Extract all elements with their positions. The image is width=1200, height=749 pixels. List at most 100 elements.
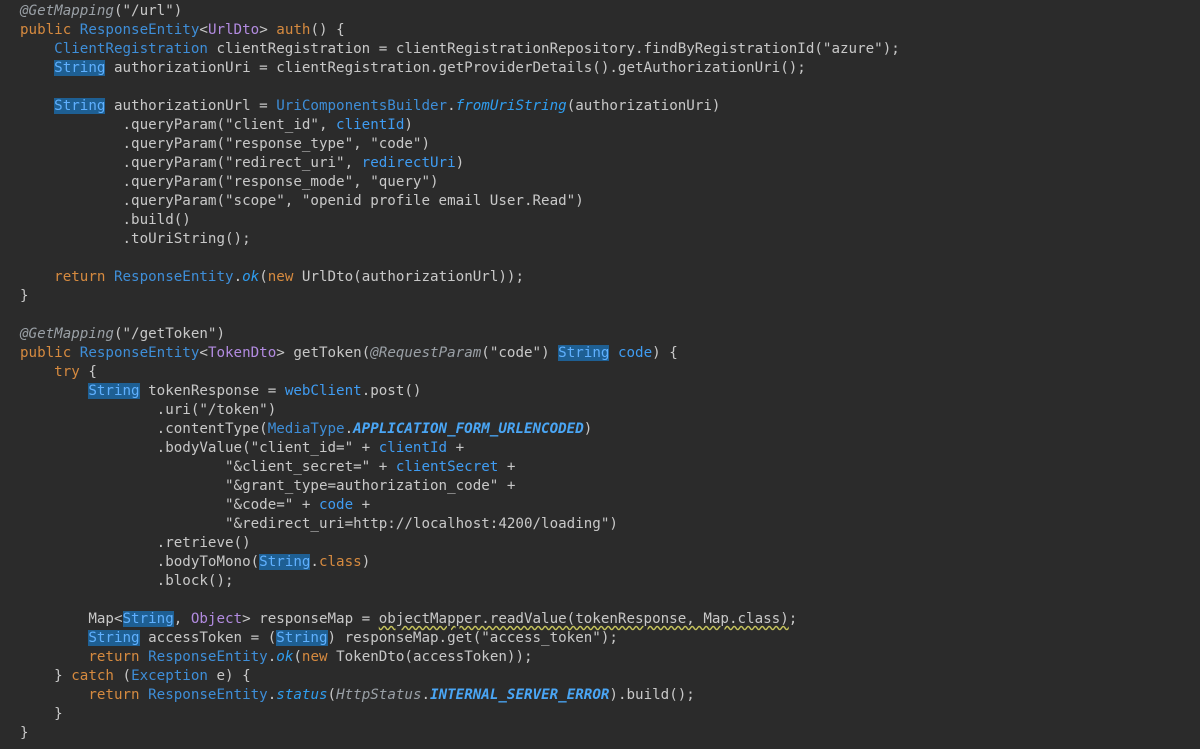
code-token: ; — [788, 611, 798, 627]
code-token: .uri("/token") — [20, 402, 277, 418]
code-line[interactable]: .queryParam("scope", "openid profile ema… — [20, 192, 583, 211]
code-line[interactable]: .toUriString(); — [20, 230, 250, 249]
code-token: HttpStatus — [336, 687, 422, 703]
code-editor[interactable]: @GetMapping("/url") public ResponseEntity… — [0, 0, 1200, 749]
code-token: > getToken( — [276, 345, 371, 361]
code-token: + — [447, 440, 465, 456]
code-token: () { — [310, 22, 345, 38]
code-token: .queryParam("client_id", — [20, 117, 337, 133]
code-token: code — [318, 497, 354, 513]
code-token: ) — [404, 117, 413, 133]
code-line[interactable]: "&code=" + code + — [20, 496, 370, 515]
code-line[interactable]: .block(); — [20, 572, 234, 591]
code-line[interactable]: String authorizationUrl = UriComponentsB… — [20, 97, 720, 116]
code-line[interactable]: } — [20, 724, 29, 743]
code-token: return — [54, 269, 114, 285]
code-line[interactable]: return ResponseEntity.ok(new UrlDto(auth… — [20, 268, 524, 287]
code-token: UrlDto — [207, 22, 260, 38]
code-token: .bodyValue("client_id=" + — [20, 440, 379, 456]
code-line[interactable]: } — [20, 705, 63, 724]
code-token: .queryParam("redirect_uri", — [20, 155, 362, 171]
code-token: ) { — [652, 345, 678, 361]
code-token: "&grant_type=authorization_code" + — [20, 478, 516, 494]
code-token: ( — [259, 269, 268, 285]
code-token: ok — [242, 269, 260, 285]
code-line[interactable]: .uri("/token") — [20, 401, 277, 420]
code-token: code — [617, 345, 653, 361]
code-token: ResponseEntity — [113, 269, 234, 285]
code-token: . — [267, 649, 277, 665]
code-line[interactable]: .retrieve() — [20, 534, 251, 553]
code-line[interactable]: ClientRegistration clientRegistration = … — [20, 40, 900, 59]
code-token: (authorizationUri) — [566, 98, 721, 114]
code-token: String — [54, 98, 106, 114]
code-token: .queryParam("response_type", "code") — [20, 136, 430, 152]
code-token: ok — [276, 649, 294, 665]
code-line[interactable]: } catch (Exception e) { — [20, 667, 251, 686]
code-token: authorizationUri = clientRegistration.ge… — [105, 60, 806, 76]
code-line[interactable]: @GetMapping("/getToken") — [20, 325, 225, 344]
code-token: Object — [190, 611, 243, 627]
code-token: "&redirect_uri=http://localhost:4200/loa… — [20, 516, 618, 532]
code-line[interactable]: } — [20, 287, 29, 306]
code-token: .block(); — [20, 573, 234, 589]
code-token: ).build(); — [609, 687, 695, 703]
code-line[interactable]: "&grant_type=authorization_code" + — [20, 477, 515, 496]
code-token: . — [267, 687, 277, 703]
code-line[interactable]: @GetMapping("/url") — [20, 2, 182, 21]
code-line[interactable]: "&client_secret=" + clientSecret + — [20, 458, 515, 477]
code-line[interactable]: .bodyToMono(String.class) — [20, 553, 370, 572]
code-token: ) — [361, 554, 371, 570]
code-line[interactable]: String tokenResponse = webClient.post() — [20, 382, 421, 401]
code-token: String — [558, 345, 610, 361]
code-token: . — [421, 687, 431, 703]
code-token: catch — [71, 668, 114, 684]
code-token: objectMapper.readValue(tokenResponse, Ma… — [378, 611, 789, 627]
code-line[interactable]: public ResponseEntity<TokenDto> getToken… — [20, 344, 678, 363]
code-token: .bodyToMono( — [20, 554, 260, 570]
code-token: ("code") — [481, 345, 559, 361]
code-line[interactable]: String authorizationUri = clientRegistra… — [20, 59, 806, 78]
code-token: clientId — [336, 117, 405, 133]
code-token: new — [301, 649, 337, 665]
code-token: + — [498, 459, 516, 475]
code-line[interactable]: Map<String, Object> responseMap = object… — [20, 610, 797, 629]
code-token: ResponseEntity — [148, 687, 268, 703]
code-token: < — [199, 22, 208, 38]
code-token: ResponseEntity — [148, 649, 268, 665]
code-token: .post() — [361, 383, 422, 399]
code-token: INTERNAL_SERVER_ERROR — [430, 687, 610, 703]
code-line[interactable]: .bodyValue("client_id=" + clientId + — [20, 439, 465, 458]
code-line[interactable]: try { — [20, 363, 97, 382]
code-token: ClientRegistration — [54, 41, 208, 57]
code-token: } — [20, 288, 29, 304]
code-token: @RequestParam — [370, 345, 482, 361]
code-line[interactable]: String accessToken = (String) responseMa… — [20, 629, 618, 648]
code-token: tokenResponse = — [139, 383, 285, 399]
code-token: ResponseEntity — [79, 22, 200, 38]
code-token: < — [199, 345, 208, 361]
code-token: . — [344, 421, 354, 437]
code-line[interactable]: return ResponseEntity.ok(new TokenDto(ac… — [20, 648, 533, 667]
code-line[interactable]: "&redirect_uri=http://localhost:4200/loa… — [20, 515, 618, 534]
code-line[interactable]: .build() — [20, 211, 190, 230]
code-token: String — [88, 383, 140, 399]
code-token: public — [20, 22, 80, 38]
code-token: ( — [293, 649, 302, 665]
code-token: public — [20, 345, 80, 361]
code-line[interactable]: .queryParam("client_id", clientId) — [20, 116, 413, 135]
code-line[interactable]: .queryParam("response_type", "code") — [20, 135, 430, 154]
code-line[interactable]: return ResponseEntity.status(HttpStatus.… — [20, 686, 695, 705]
code-token: status — [276, 687, 328, 703]
code-token: String — [276, 630, 328, 646]
code-token: TokenDto(accessToken)); — [336, 649, 533, 665]
code-line[interactable]: .queryParam("response_mode", "query") — [20, 173, 438, 192]
code-line[interactable]: public ResponseEntity<UrlDto> auth() { — [20, 21, 345, 40]
code-line[interactable]: .contentType(MediaType.APPLICATION_FORM_… — [20, 420, 593, 439]
code-line[interactable]: .queryParam("redirect_uri", redirectUri) — [20, 154, 464, 173]
